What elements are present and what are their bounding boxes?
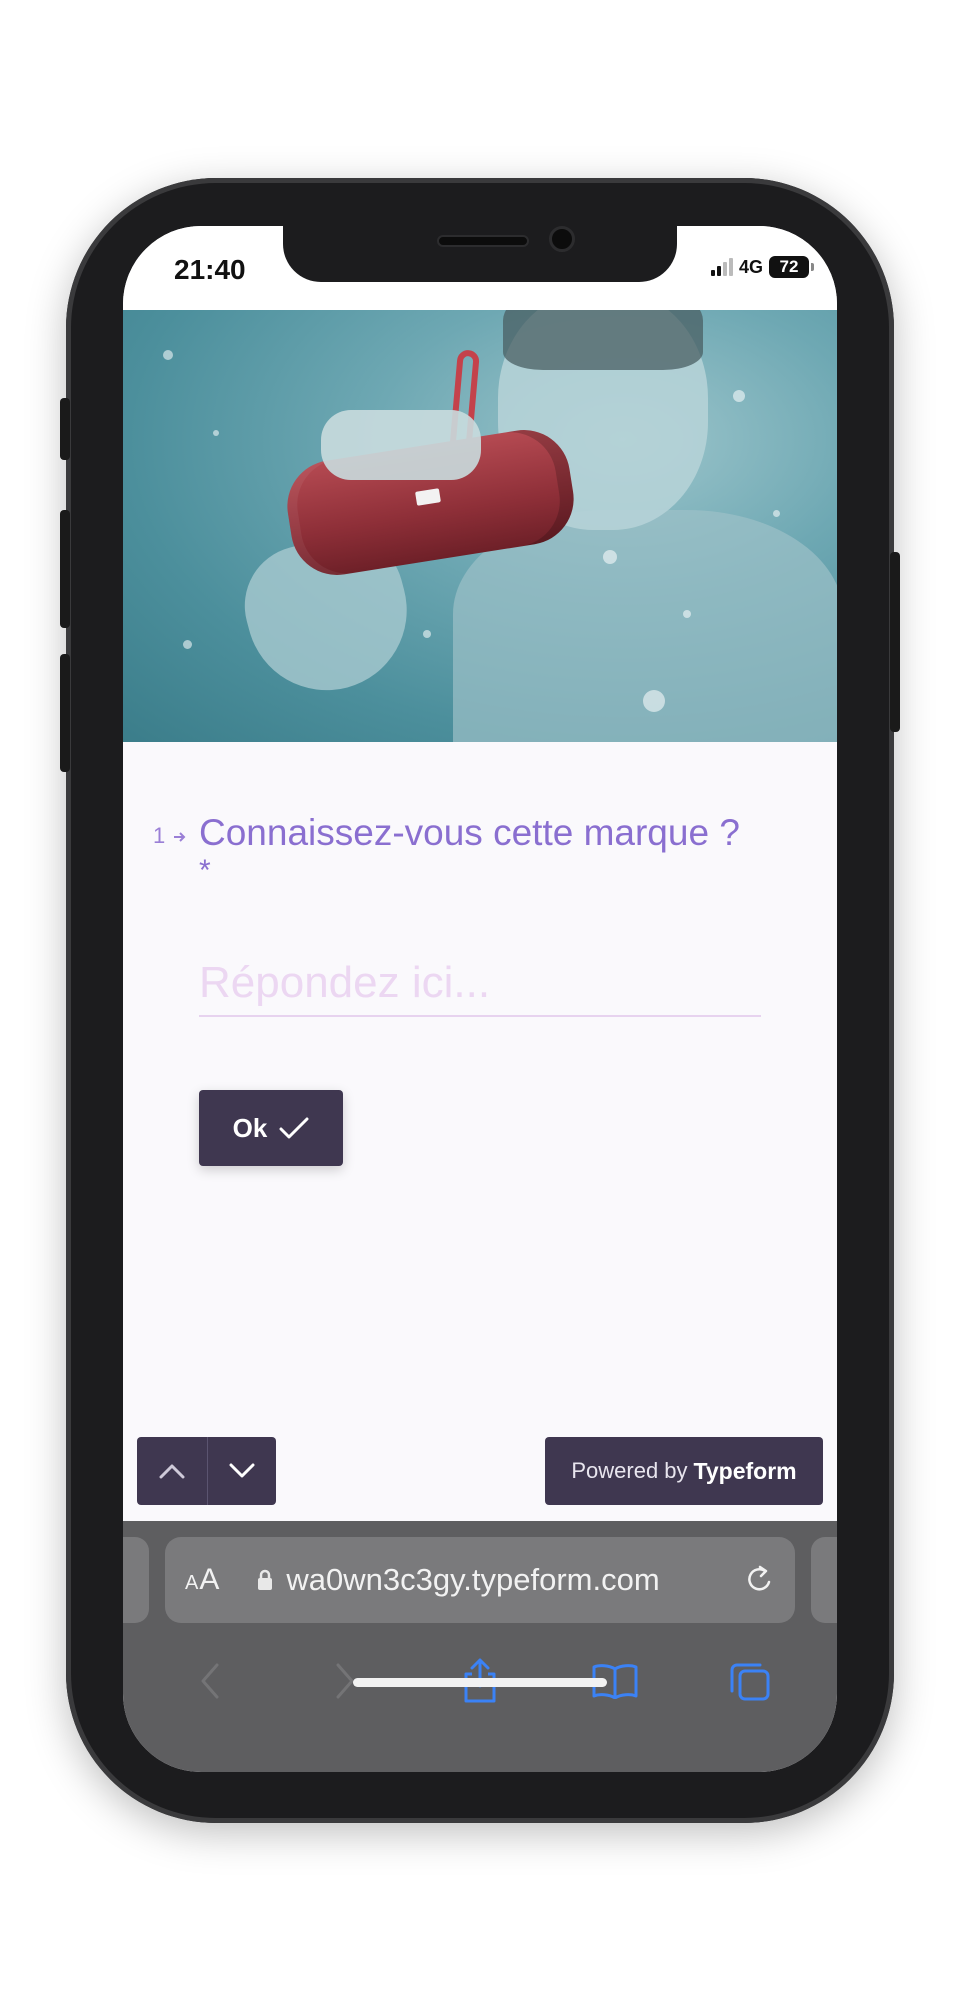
bubble [423, 630, 431, 638]
notch [283, 226, 677, 282]
chevron-down-icon [229, 1463, 255, 1478]
address-bar[interactable]: AA wa0wn3c3gy.typeform.com [165, 1537, 795, 1623]
question-title: Connaissez-vous cette marque ? * [199, 810, 799, 886]
aa-small: A [185, 1572, 200, 1594]
bubble [733, 390, 745, 402]
earpiece-speaker [437, 235, 529, 247]
cellular-signal-icon [710, 258, 733, 276]
status-time: 21:40 [174, 254, 246, 285]
next-tab-peek[interactable] [811, 1537, 837, 1623]
bubble [183, 640, 192, 649]
bubble [683, 610, 691, 618]
network-type: 4G [738, 256, 763, 277]
bubble [603, 550, 617, 564]
chevron-left-icon [201, 1663, 219, 1699]
question-number-value: 1 [153, 823, 166, 848]
powered-by-typeform-link[interactable]: Powered by Typeform [545, 1437, 823, 1505]
home-indicator[interactable] [353, 1678, 607, 1687]
required-mark: * [199, 854, 211, 887]
previous-question-button[interactable] [137, 1437, 207, 1505]
mute-switch [60, 398, 70, 460]
bubble [163, 350, 173, 360]
reload-icon[interactable] [745, 1564, 775, 1596]
ok-button-label: Ok [232, 1112, 268, 1143]
question-navigation [137, 1437, 276, 1505]
volume-down-button [60, 654, 70, 772]
chevron-up-icon [159, 1464, 185, 1479]
next-question-button[interactable] [206, 1437, 277, 1505]
lock-icon [258, 1569, 273, 1590]
swimmer-hand [321, 410, 481, 480]
answer-input[interactable] [199, 951, 761, 1017]
hero-image [123, 310, 837, 742]
url-text: wa0wn3c3gy.typeform.com [286, 1562, 660, 1597]
tabs-icon [730, 1663, 770, 1701]
question-number: 1 [153, 823, 187, 849]
arrow-right-icon [174, 832, 186, 842]
question-title-text: Connaissez-vous cette marque ? [199, 812, 740, 853]
typeform-brand: Typeform [693, 1457, 797, 1484]
swimmer-hair [503, 310, 703, 370]
phone-screen: 21:40 4G 72 1 Connaissez-vous cette marq… [123, 226, 837, 1772]
volume-up-button [60, 510, 70, 628]
bubble [773, 510, 780, 517]
power-button [890, 552, 900, 732]
powered-by-prefix: Powered by [571, 1458, 688, 1483]
bubble [213, 430, 219, 436]
bubble [643, 690, 665, 712]
ok-button[interactable]: Ok [199, 1090, 343, 1166]
previous-tab-peek[interactable] [123, 1537, 149, 1623]
tabs-button[interactable] [720, 1651, 780, 1711]
checkmark-icon [279, 1117, 309, 1139]
front-camera [549, 226, 575, 252]
browser-toolbar: AA wa0wn3c3gy.typeform.com [123, 1521, 837, 1772]
reader-settings-button[interactable]: AA [185, 1563, 220, 1597]
status-indicators: 4G 72 [710, 256, 814, 278]
aa-large: A [199, 1563, 221, 1596]
back-button[interactable] [180, 1651, 240, 1711]
battery-icon: 72 [769, 256, 814, 278]
